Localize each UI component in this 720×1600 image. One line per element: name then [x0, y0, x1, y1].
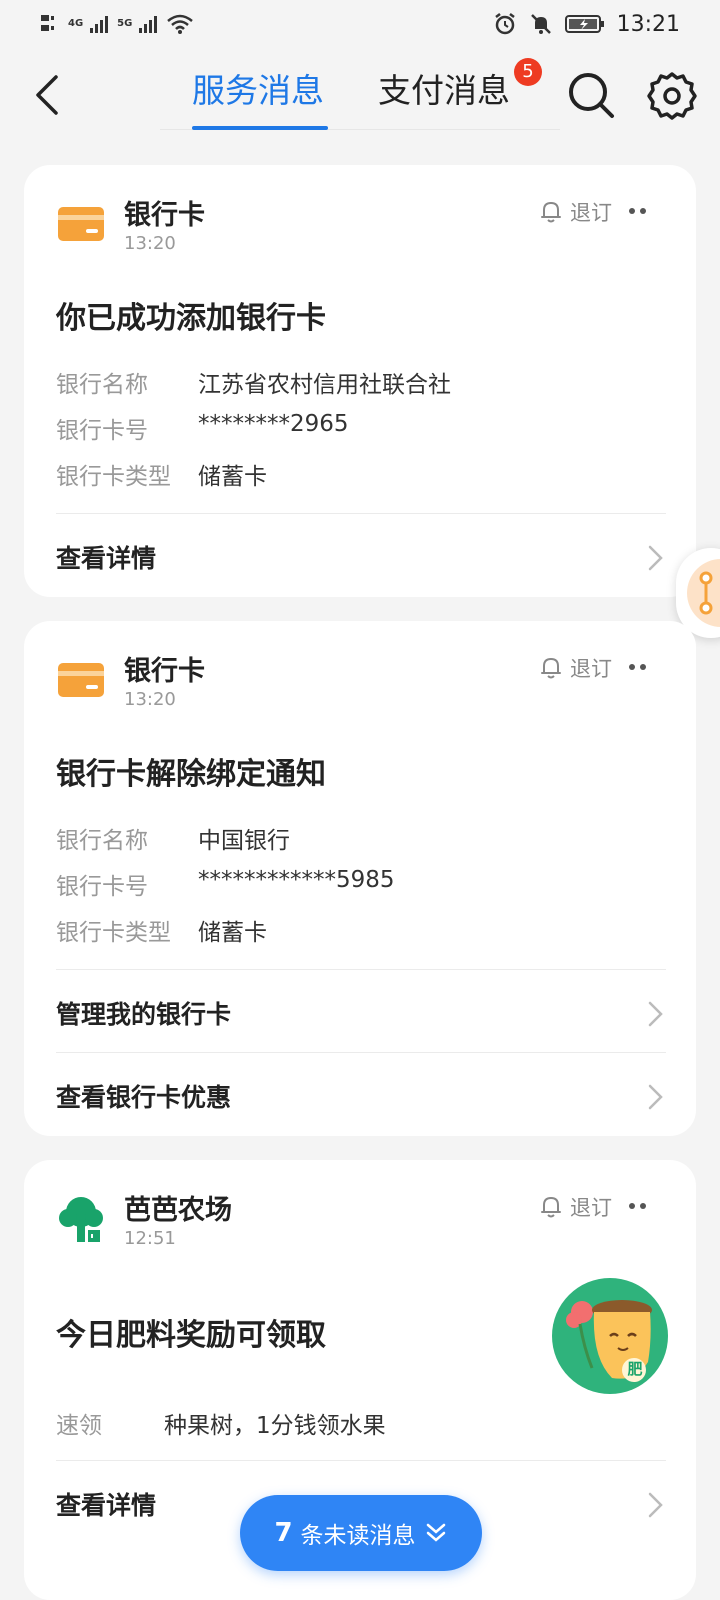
link-label: 查看银行卡优惠: [56, 1083, 232, 1112]
tab-payment-messages[interactable]: 支付消息: [378, 66, 510, 116]
unread-badge: 5: [514, 58, 542, 86]
field-label: 银行卡类型: [56, 464, 171, 490]
card-divider: [56, 969, 666, 970]
field-value: 种果树，1分钱领水果: [164, 1413, 386, 1439]
clock: 13:21: [616, 11, 680, 37]
field-value: 储蓄卡: [198, 464, 267, 490]
unread-label: 条未读消息: [300, 1523, 416, 1549]
network-type-label: 4G: [68, 18, 84, 29]
top-nav: 服务消息 支付消息 5: [0, 50, 720, 134]
link-label: 查看详情: [56, 544, 157, 573]
message-card: 银行卡 13:20 退订 银行卡解除绑定通知 银行名称 中国银行 银行卡号 **…: [24, 621, 696, 1136]
chevron-left-icon: [36, 75, 58, 115]
tab-service-messages[interactable]: 服务消息: [192, 66, 324, 116]
link-label: 查看详情: [56, 1491, 157, 1520]
double-chevron-down-icon: [426, 1523, 445, 1542]
unsubscribe-button[interactable]: 退订: [540, 197, 612, 227]
message-card: 银行卡 13:20 退订 你已成功添加银行卡 银行名称 江苏省农村信用社联合社 …: [24, 165, 696, 597]
farm-tree-icon: [59, 1197, 103, 1242]
field-label: 银行卡号: [56, 418, 148, 444]
status-bar: 4G 5G 13:21: [0, 0, 720, 50]
message-time: 13:20: [124, 689, 176, 710]
card-divider: [56, 1052, 666, 1053]
chevron-right-icon: [648, 545, 663, 571]
settings-button[interactable]: [646, 70, 698, 122]
gear-icon: [647, 72, 697, 120]
message-source: 银行卡: [124, 200, 205, 231]
more-dot-icon: [628, 208, 635, 214]
bank-card-offers-link[interactable]: 查看银行卡优惠: [24, 1054, 696, 1136]
more-dot-icon: [628, 1203, 635, 1209]
unsubscribe-button[interactable]: 退订: [540, 1192, 612, 1222]
unsubscribe-label: 退订: [570, 657, 612, 681]
search-icon: [569, 73, 614, 118]
field-value: ********2965: [198, 411, 349, 437]
search-button[interactable]: [566, 70, 618, 122]
wifi-icon: [167, 14, 194, 34]
battery-icon: [564, 15, 604, 33]
more-options-button[interactable]: [622, 199, 652, 223]
fertilizer-label: 肥: [627, 1360, 643, 1378]
field-value: 储蓄卡: [198, 920, 267, 946]
bank-card-icon: [58, 207, 104, 241]
fertilizer-bag-icon: [566, 1300, 652, 1382]
view-details-link[interactable]: 查看详情: [24, 515, 696, 597]
chevron-right-icon: [648, 1001, 663, 1027]
unsubscribe-label: 退订: [570, 1196, 612, 1220]
sim-card-icon: [41, 15, 54, 31]
unread-messages-button[interactable]: 7 条未读消息: [240, 1495, 482, 1571]
alarm-icon: [494, 13, 515, 35]
signal-strength-icon-2: [139, 16, 158, 33]
status-bar-right: 13:21: [493, 10, 680, 38]
field-value: 江苏省农村信用社联合社: [198, 372, 451, 398]
chevron-right-icon: [648, 1492, 663, 1518]
field-value: ************5985: [198, 867, 395, 893]
field-label: 银行卡号: [56, 874, 148, 900]
card-divider: [56, 513, 666, 514]
more-dot-icon: [639, 1203, 646, 1209]
message-source: 芭芭农场: [124, 1195, 232, 1226]
bank-card-icon: [58, 663, 104, 697]
unsubscribe-button[interactable]: 退订: [540, 653, 612, 683]
more-dot-icon: [628, 664, 635, 670]
message-title: 银行卡解除绑定通知: [56, 757, 326, 792]
bell-icon: [541, 658, 561, 679]
network-type-label-2: 5G: [117, 18, 133, 29]
field-label: 银行名称: [56, 372, 148, 398]
bell-icon: [541, 202, 561, 223]
active-tab-indicator: [192, 126, 328, 130]
bell-icon: [541, 1197, 561, 1218]
message-title: 你已成功添加银行卡: [56, 301, 326, 336]
field-label: 银行卡类型: [56, 920, 171, 946]
back-button[interactable]: [22, 70, 72, 120]
link-label: 管理我的银行卡: [56, 1000, 232, 1029]
unread-count: 7: [274, 1518, 293, 1548]
more-options-button[interactable]: [622, 1194, 652, 1218]
unsubscribe-label: 退订: [570, 201, 612, 225]
field-label: 速领: [56, 1413, 102, 1439]
field-value: 中国银行: [198, 828, 290, 854]
field-label: 银行名称: [56, 828, 148, 854]
more-dot-icon: [639, 208, 646, 214]
card-divider: [56, 1460, 666, 1461]
message-time: 13:20: [124, 233, 176, 254]
message-title: 今日肥料奖励可领取: [56, 1318, 326, 1353]
status-bar-left: 4G 5G: [40, 10, 194, 38]
message-source: 银行卡: [124, 656, 205, 687]
signal-strength-icon: [90, 16, 109, 33]
fertilizer-mascot-image: 肥: [552, 1278, 668, 1394]
chevron-right-icon: [648, 1084, 663, 1110]
more-options-button[interactable]: [622, 655, 652, 679]
more-dot-icon: [639, 664, 646, 670]
message-time: 12:51: [124, 1228, 176, 1249]
mute-bell-icon: [530, 14, 551, 34]
manage-bank-cards-link[interactable]: 管理我的银行卡: [24, 971, 696, 1053]
